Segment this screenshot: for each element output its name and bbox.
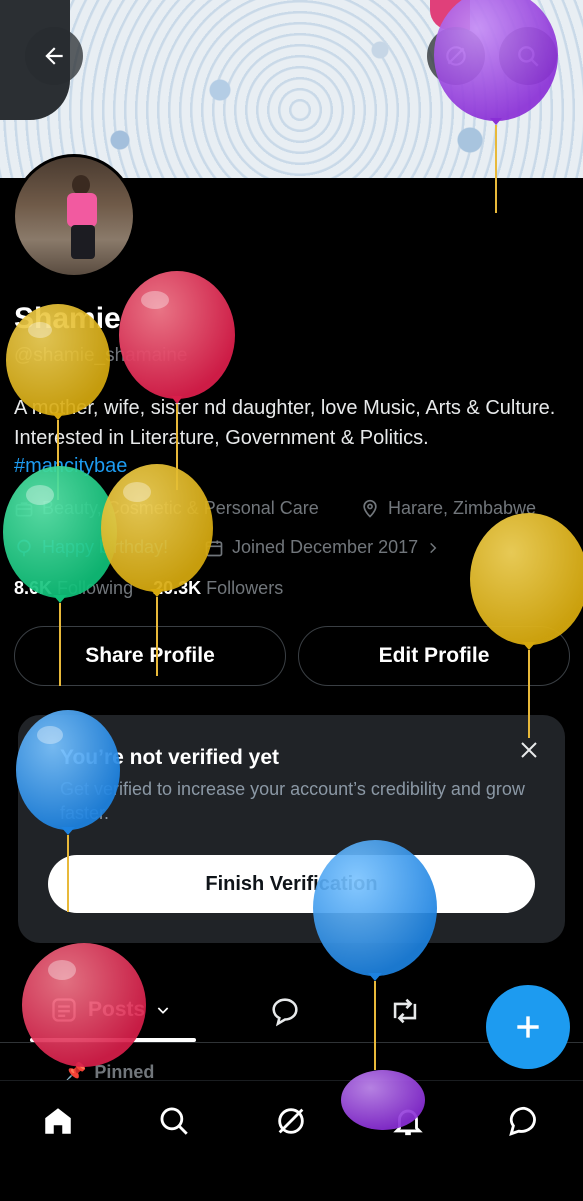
nav-home[interactable] <box>38 1101 78 1141</box>
bottom-nav <box>0 1080 583 1201</box>
location-label: Harare, Zimbabwe <box>388 498 537 518</box>
following-link[interactable]: 8.6K Following <box>14 578 133 598</box>
search-icon <box>518 46 539 67</box>
nav-grok[interactable] <box>271 1101 311 1141</box>
tab-posts[interactable]: Posts <box>50 996 171 1024</box>
avatar-detail <box>72 175 90 195</box>
bio-hashtag-link[interactable]: #mancitybae <box>14 455 127 478</box>
chevron-right-icon <box>430 542 437 553</box>
chevron-down-icon <box>157 1007 169 1014</box>
balloon-icon <box>17 539 31 556</box>
verification-description: Get verified to increase your account’s … <box>60 779 525 823</box>
location-pin-icon <box>363 499 377 518</box>
briefcase-icon <box>15 501 33 516</box>
reply-bubble-icon <box>272 998 298 1027</box>
tab-replies[interactable] <box>268 994 302 1033</box>
finish-verification-button[interactable]: Finish Verification <box>48 855 535 913</box>
share-profile-button[interactable]: Share Profile <box>14 626 286 686</box>
nav-notifications[interactable] <box>388 1101 428 1141</box>
banner-detail <box>430 0 470 30</box>
profile-birthday: Happy birthday! <box>14 537 168 558</box>
avatar-detail <box>71 225 95 259</box>
repost-icon <box>393 998 417 1024</box>
avatar[interactable] <box>12 154 136 278</box>
nav-search[interactable] <box>154 1101 194 1141</box>
nav-messages[interactable] <box>504 1101 544 1141</box>
avatar-image <box>15 157 133 275</box>
birthday-label: Happy birthday! <box>42 537 169 557</box>
profile-joined[interactable]: Joined December 2017 <box>204 537 440 558</box>
calendar-icon <box>205 540 223 556</box>
grok-icon <box>278 1108 304 1134</box>
close-icon <box>521 742 537 758</box>
grok-icon <box>446 46 466 66</box>
tab-posts-label: Posts <box>88 998 146 1021</box>
edit-profile-button[interactable]: Edit Profile <box>298 626 570 686</box>
profile-location: Harare, Zimbabwe <box>360 498 536 519</box>
profile-bio: A mother, wife, sister nd daughter, love… <box>14 397 556 449</box>
search-icon <box>160 1107 188 1135</box>
followers-link[interactable]: 20.3K Followers <box>153 578 283 598</box>
profile-name: Shamie <box>14 302 121 335</box>
verification-title: You’re not verified yet <box>60 746 279 769</box>
following-label: Following <box>57 578 134 598</box>
avatar-detail <box>67 193 97 227</box>
posts-icon <box>52 998 76 1022</box>
tab-reposts[interactable] <box>387 994 423 1033</box>
profile-category: Beauty, Cosmetic & Personal Care <box>14 498 319 519</box>
followers-count: 20.3K <box>153 578 202 598</box>
profile-handle: @shamie_shamaine <box>14 345 188 366</box>
back-button[interactable] <box>25 27 83 85</box>
category-label: Beauty, Cosmetic & Personal Care <box>42 498 319 518</box>
joined-label: Joined December 2017 <box>232 537 419 557</box>
bell-icon <box>393 1109 423 1136</box>
following-count: 8.6K <box>14 578 53 598</box>
search-button[interactable] <box>499 27 557 85</box>
profile-stats: 8.6K Following 20.3K Followers <box>14 578 283 599</box>
followers-label: Followers <box>206 578 284 598</box>
grok-button[interactable] <box>427 27 485 85</box>
message-icon <box>509 1106 536 1136</box>
home-icon <box>45 1108 71 1134</box>
plus-icon <box>517 1016 539 1038</box>
arrow-left-icon <box>45 47 63 65</box>
profile-banner[interactable] <box>0 0 583 178</box>
close-card-button[interactable] <box>517 738 541 767</box>
compose-button[interactable] <box>486 985 570 1069</box>
balloon <box>119 271 235 490</box>
